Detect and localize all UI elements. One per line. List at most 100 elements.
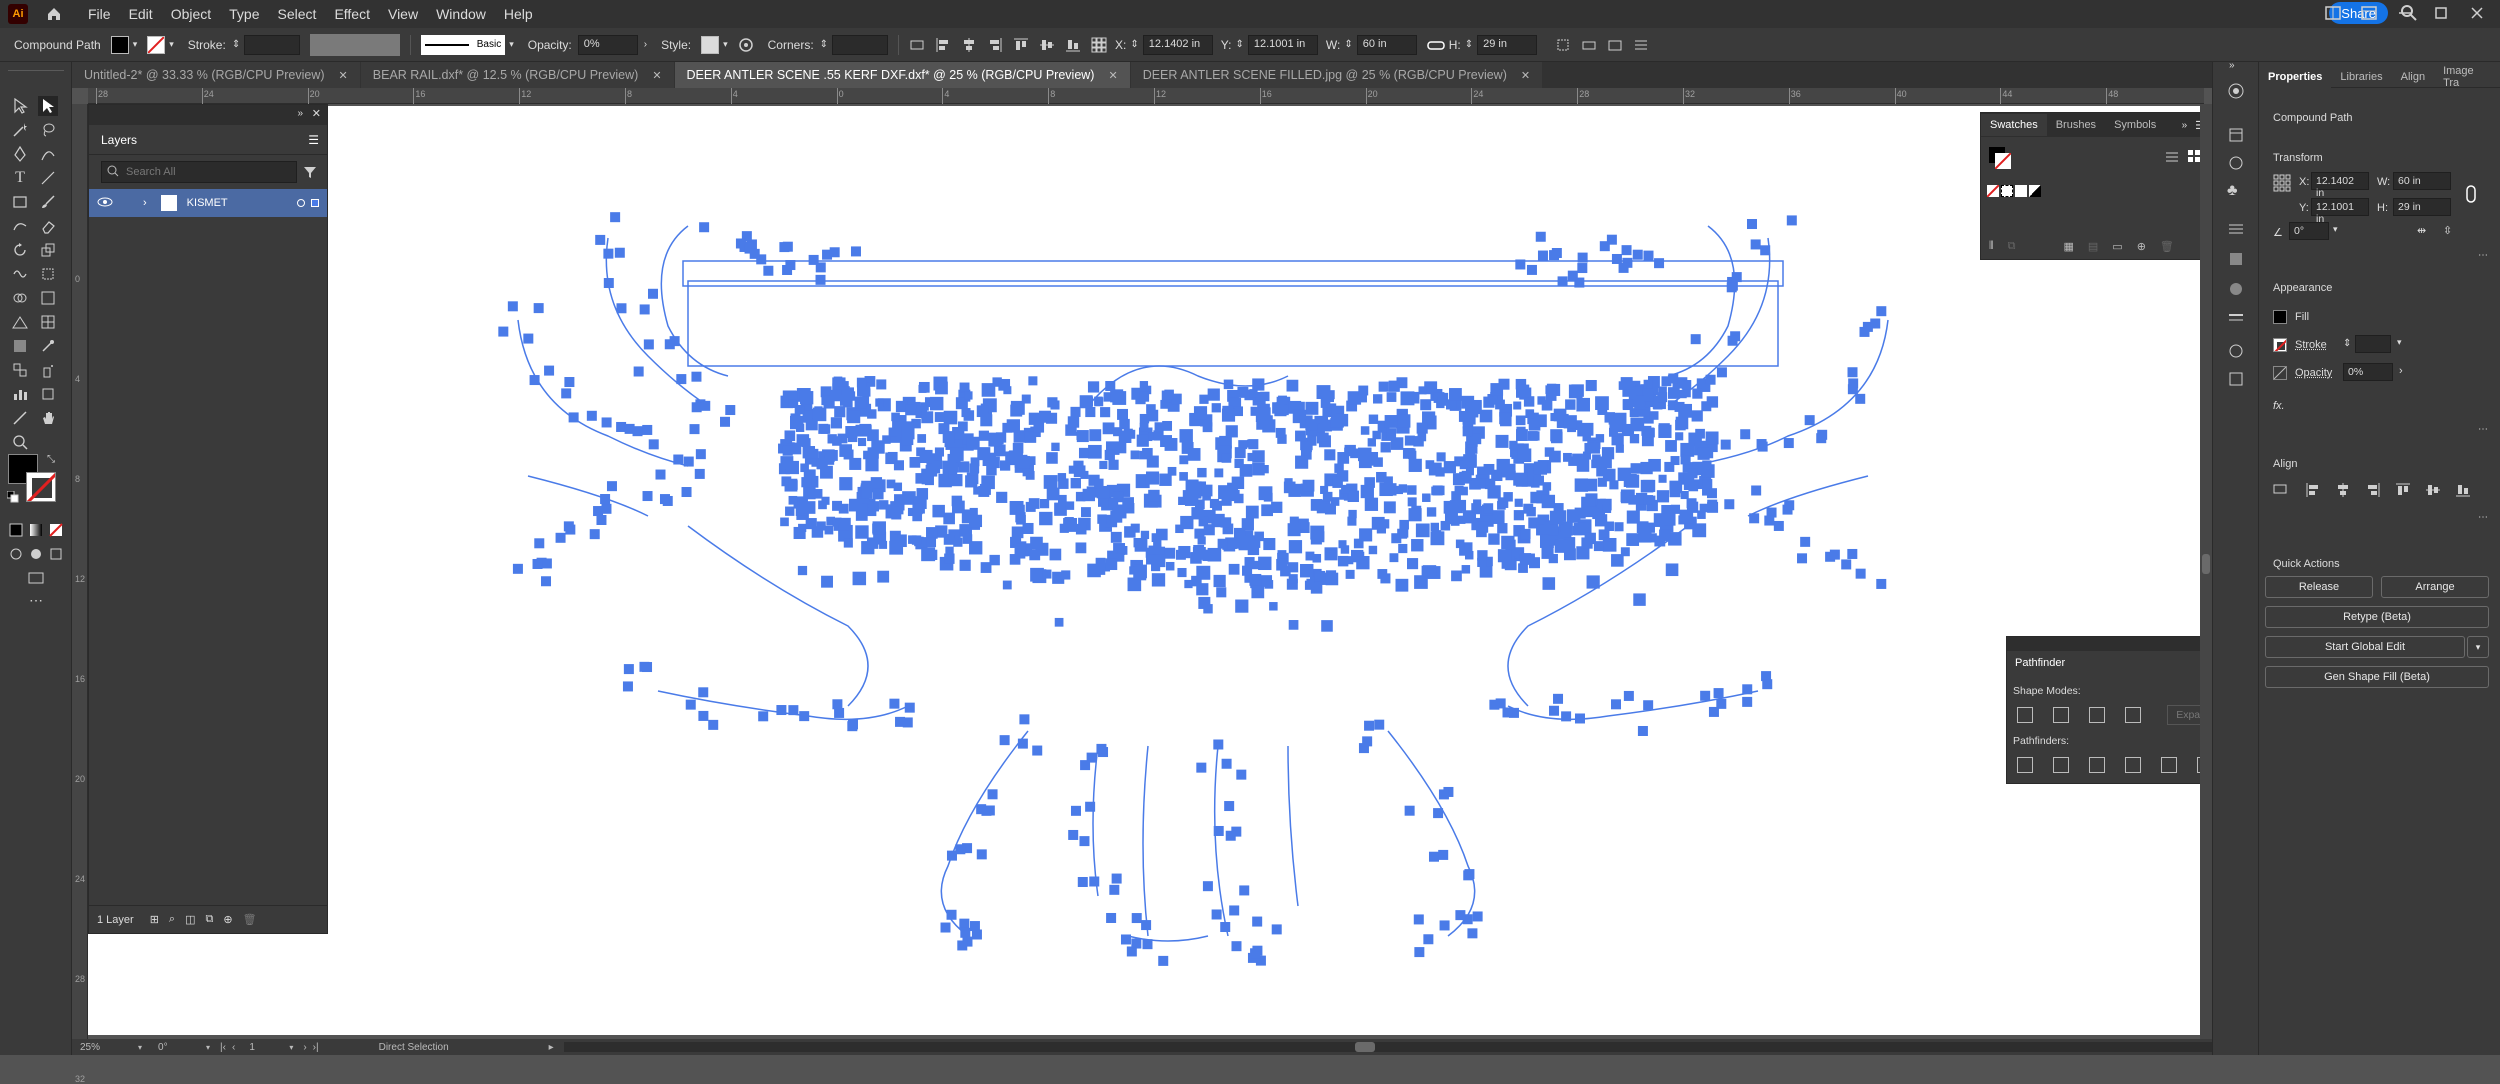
menu-lines-icon[interactable]: [2227, 220, 2245, 241]
panel-menu-icon[interactable]: ☰: [308, 133, 319, 147]
new-swatch-icon[interactable]: ⊕: [2137, 240, 2146, 253]
chevron-down-icon[interactable]: ▾: [169, 39, 174, 50]
release-button[interactable]: Release: [2265, 576, 2373, 598]
paintbrush-tool-icon[interactable]: [38, 192, 58, 212]
tab-properties[interactable]: Properties: [2259, 66, 2331, 88]
direct-selection-tool-icon[interactable]: [38, 96, 58, 116]
scrollbar-thumb[interactable]: [2202, 554, 2210, 574]
fx-button[interactable]: fx.: [2273, 400, 2285, 412]
arrange-button[interactable]: Arrange: [2381, 576, 2489, 598]
artboard-tool-icon[interactable]: [38, 384, 58, 404]
rectangle-tool-icon[interactable]: [10, 192, 30, 212]
menu-type[interactable]: Type: [229, 6, 259, 22]
artboard-number[interactable]: 1: [249, 1042, 289, 1053]
opacity-input[interactable]: 0%: [2343, 363, 2393, 381]
export-icon[interactable]: ⊞: [150, 913, 159, 926]
none-mode-icon[interactable]: [46, 520, 66, 540]
start-global-edit-button[interactable]: Start Global Edit: [2265, 636, 2465, 658]
collapse-icon[interactable]: »: [2182, 120, 2188, 131]
align-to-icon[interactable]: [909, 37, 925, 53]
align-top-icon[interactable]: [2395, 482, 2411, 501]
opacity-input[interactable]: 0%: [578, 35, 638, 55]
stepper-icon[interactable]: ⇕: [1465, 39, 1473, 50]
rotate-input[interactable]: 0°: [2289, 222, 2329, 240]
panel-menu-icon[interactable]: [1633, 37, 1649, 53]
last-artboard-icon[interactable]: ›|: [313, 1042, 319, 1053]
close-icon[interactable]: ✕: [1108, 69, 1117, 82]
line-tool-icon[interactable]: [38, 168, 58, 188]
horizontal-ruler[interactable]: 28 24 20 16 12 8 4 0 4 8 12 16 20 24 28 32 36 40 44 48: [88, 88, 2204, 104]
color-group-icon[interactable]: ▤: [2088, 240, 2098, 253]
close-icon[interactable]: ✕: [339, 69, 348, 82]
tab-deer-antler-jpg[interactable]: DEER ANTLER SCENE FILLED.jpg @ 25 % (RGB…: [1131, 62, 1542, 88]
selected-artwork[interactable]: [88, 106, 2203, 1035]
gradient-tool-icon[interactable]: [10, 336, 30, 356]
chevron-down-icon[interactable]: ▾: [138, 1043, 142, 1052]
recolor-icon[interactable]: [738, 37, 754, 53]
link-icon[interactable]: [1427, 37, 1443, 53]
slice-tool-icon[interactable]: [10, 408, 30, 428]
h-input[interactable]: 29 in: [1477, 35, 1537, 55]
hand-tool-icon[interactable]: [38, 408, 58, 428]
align-bottom-icon[interactable]: [1065, 37, 1081, 53]
tab-swatches[interactable]: Swatches: [1981, 114, 2047, 136]
menu-view[interactable]: View: [388, 6, 418, 22]
layers-tab[interactable]: Layers ☰: [89, 125, 327, 155]
artboard[interactable]: [88, 106, 2203, 1035]
workspace-icon[interactable]: [2360, 4, 2378, 22]
menu-select[interactable]: Select: [278, 6, 317, 22]
gradient-mode-icon[interactable]: [26, 520, 46, 540]
fill-swatch[interactable]: [2273, 310, 2287, 324]
pathfinder-tab[interactable]: Pathfinder ☰: [2007, 651, 2231, 675]
more-options-icon[interactable]: ⋯: [2478, 424, 2488, 435]
stepper-icon[interactable]: ⇕: [232, 39, 240, 50]
minimize-icon[interactable]: [2396, 4, 2414, 22]
tab-brushes[interactable]: Brushes: [2047, 114, 2105, 136]
horizontal-scrollbar[interactable]: [564, 1042, 2212, 1052]
minus-front-icon[interactable]: [2053, 707, 2069, 723]
symbol-sprayer-icon[interactable]: [38, 360, 58, 380]
stroke-weight-input[interactable]: [2355, 335, 2391, 353]
rotate-tool-icon[interactable]: [10, 240, 30, 260]
trim-icon[interactable]: [2053, 757, 2069, 773]
align-center-icon[interactable]: [2335, 482, 2351, 501]
magic-wand-icon[interactable]: [10, 120, 30, 140]
close-icon[interactable]: ✕: [652, 69, 661, 82]
shaper-tool-icon[interactable]: [10, 216, 30, 236]
x-input[interactable]: 12.1402 in: [2311, 172, 2369, 190]
align-to-icon[interactable]: [2273, 482, 2291, 501]
chevron-down-icon[interactable]: ▾: [2333, 224, 2338, 235]
blend-tool-icon[interactable]: [10, 360, 30, 380]
previous-artboard-icon[interactable]: ‹: [232, 1042, 235, 1053]
align-bottom-icon[interactable]: [2455, 482, 2471, 501]
opacity-label[interactable]: Opacity: [2295, 367, 2332, 379]
global-edit-options-button[interactable]: ▾: [2467, 636, 2489, 658]
eyedropper-tool-icon[interactable]: [38, 336, 58, 356]
stroke-swatch[interactable]: [147, 36, 165, 54]
swatch-none[interactable]: [1987, 185, 1999, 197]
filter-icon[interactable]: [303, 165, 317, 182]
retype-button[interactable]: Retype (Beta): [2265, 606, 2489, 628]
shape-builder-icon[interactable]: [10, 288, 30, 308]
align-top-icon[interactable]: [1013, 37, 1029, 53]
align-middle-icon[interactable]: [1039, 37, 1055, 53]
stroke-label[interactable]: Stroke: [2295, 339, 2327, 351]
close-icon[interactable]: ✕: [312, 107, 321, 120]
learn-icon[interactable]: [2227, 82, 2245, 103]
unite-icon[interactable]: [2017, 707, 2033, 723]
chevron-right-icon[interactable]: ›: [2399, 365, 2403, 377]
clubs-icon[interactable]: ♣: [2227, 182, 2238, 200]
divide-icon[interactable]: [2017, 757, 2033, 773]
align-center-icon[interactable]: [961, 37, 977, 53]
transparency-panel-icon[interactable]: [2227, 280, 2245, 301]
intersect-icon[interactable]: [2089, 707, 2105, 723]
swatch-libraries-icon[interactable]: ⫴: [1989, 240, 1994, 253]
fill-swatch[interactable]: [111, 36, 129, 54]
tab-untitled-2[interactable]: Untitled-2* @ 33.33 % (RGB/CPU Preview) ✕: [72, 62, 360, 88]
brush-definition[interactable]: Basic: [421, 35, 505, 55]
stroke-weight-input[interactable]: [244, 35, 300, 55]
expand-arrow-icon[interactable]: ›: [143, 197, 147, 209]
align-left-icon[interactable]: [935, 37, 951, 53]
collapse-icon[interactable]: »: [297, 108, 303, 119]
stepper-icon[interactable]: ⇕: [1235, 39, 1243, 50]
